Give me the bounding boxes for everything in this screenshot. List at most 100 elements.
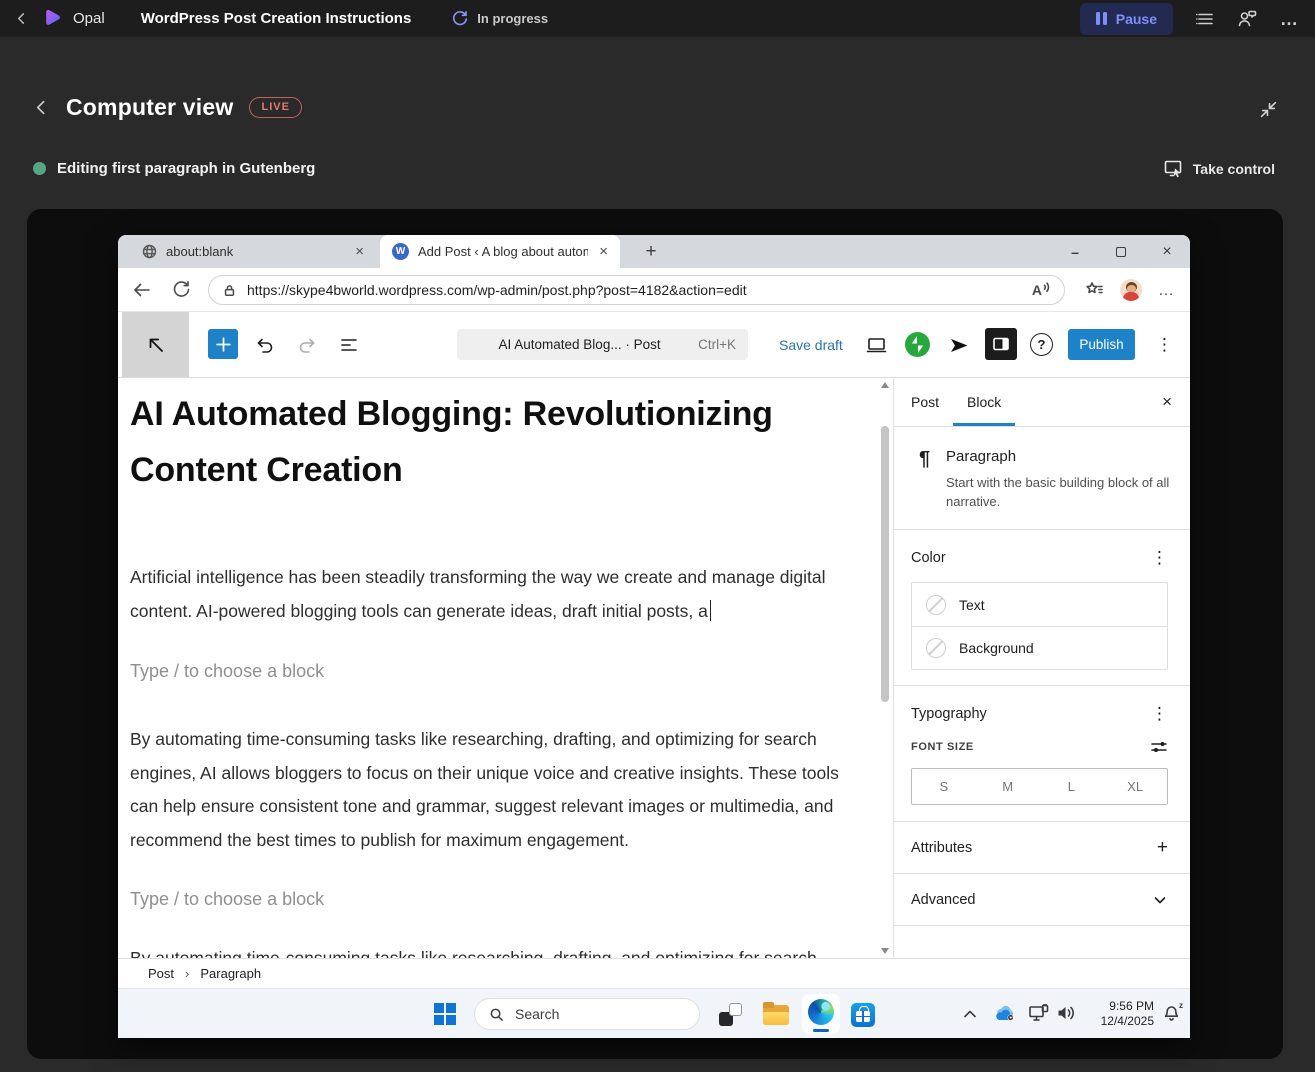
font-size-settings-icon[interactable]	[1150, 739, 1168, 755]
font-size-label: FONT SIZE	[911, 741, 974, 753]
command-palette[interactable]: AI Automated Blog... · Post Ctrl+K	[457, 329, 748, 360]
page-title: Computer view	[66, 94, 233, 121]
onedrive-cloud-icon[interactable]	[992, 1004, 1018, 1023]
font-size-m[interactable]: M	[976, 769, 1040, 804]
taskbar-search[interactable]: Search	[474, 998, 700, 1030]
edge-browser-icon[interactable]	[802, 994, 840, 1034]
remote-screen-stage: about:blank × W Add Post ‹ A blog about …	[27, 209, 1283, 1059]
background-color-row[interactable]: Background	[912, 626, 1167, 669]
font-size-s[interactable]: S	[912, 769, 976, 804]
background-color-label: Background	[959, 640, 1034, 656]
paragraph-icon: ¶	[919, 448, 932, 509]
paragraph-block-1[interactable]: Artificial intelligence has been steadil…	[130, 561, 870, 628]
redo-icon[interactable]	[296, 334, 318, 356]
tab-about-blank[interactable]: about:blank ×	[130, 235, 376, 268]
pause-button[interactable]: Pause	[1080, 3, 1173, 35]
status-dot	[33, 162, 46, 175]
typography-options-icon[interactable]: ⋮	[1151, 705, 1168, 722]
breadcrumb-post[interactable]: Post	[148, 966, 174, 981]
partially-visible-paragraph[interactable]: By automating time-consuming tasks like …	[130, 948, 872, 958]
profile-avatar[interactable]	[1120, 279, 1142, 301]
publish-button[interactable]: Publish	[1068, 329, 1135, 360]
scrollbar-thumb[interactable]	[881, 426, 889, 702]
block-card-text: Paragraph Start with the basic building …	[946, 448, 1174, 509]
settings-sidebar: Post Block × ¶ Paragraph Start with the …	[893, 378, 1190, 958]
jetpack-icon[interactable]	[905, 332, 930, 357]
window-maximize-icon[interactable]	[1098, 235, 1144, 268]
read-aloud-icon[interactable]: A	[1032, 282, 1051, 298]
color-options-icon[interactable]: ⋮	[1151, 549, 1168, 566]
new-tab-icon[interactable]: +	[640, 241, 662, 263]
font-size-xl[interactable]: XL	[1103, 769, 1167, 804]
empty-block-placeholder-2[interactable]: Type / to choose a block	[130, 889, 324, 910]
window-close-icon[interactable]: ×	[1144, 235, 1190, 268]
browser-menu-icon[interactable]: …	[1158, 282, 1174, 300]
take-control-button[interactable]: Take control	[1163, 158, 1275, 179]
tab-close-icon[interactable]: ×	[353, 244, 366, 259]
agent-chat-icon[interactable]	[1237, 8, 1258, 29]
back-icon[interactable]	[14, 11, 29, 26]
start-button-icon[interactable]	[434, 1003, 456, 1025]
scroll-up-icon[interactable]	[881, 382, 889, 388]
editor-scrollbar[interactable]	[879, 382, 891, 954]
post-title-field[interactable]: AI Automated Blogging: Revolutionizing C…	[130, 386, 875, 498]
collapse-view-icon[interactable]	[1258, 99, 1279, 120]
advanced-panel[interactable]: Advanced	[894, 874, 1190, 926]
font-size-l[interactable]: L	[1040, 769, 1104, 804]
tray-chevron-up-icon[interactable]	[963, 1009, 977, 1019]
lock-icon	[222, 283, 237, 298]
breadcrumb-paragraph[interactable]: Paragraph	[200, 966, 261, 981]
block-card: ¶ Paragraph Start with the basic buildin…	[894, 427, 1190, 530]
task-list-icon[interactable]	[1195, 9, 1215, 29]
back-to-dashboard-button[interactable]	[122, 312, 189, 377]
chevron-right-icon: ›	[185, 966, 189, 981]
empty-block-placeholder-1[interactable]: Type / to choose a block	[130, 661, 324, 682]
app-name: Opal	[73, 10, 105, 27]
wordpress-favicon: W	[392, 243, 409, 260]
edge-active-indicator	[813, 1029, 829, 1032]
tab-block[interactable]: Block	[953, 378, 1015, 426]
nav-back-icon[interactable]	[132, 280, 152, 300]
window-minimize-icon[interactable]: –	[1052, 235, 1098, 268]
block-inserter-button[interactable]	[208, 329, 238, 359]
notification-bell-icon[interactable]: z	[1162, 1004, 1181, 1023]
agent-status-text: Editing first paragraph in Gutenberg	[57, 160, 315, 177]
tab-add-post[interactable]: W Add Post ‹ A blog about automat ×	[380, 235, 620, 268]
more-menu-icon[interactable]: …	[1280, 14, 1299, 24]
color-panel: Color ⋮ Text Background	[894, 530, 1190, 686]
address-bar[interactable]: https://skype4bworld.wordpress.com/wp-ad…	[208, 275, 1065, 305]
view-header: Computer view LIVE	[33, 94, 302, 121]
text-color-label: Text	[959, 597, 985, 613]
status-badge-label: In progress	[477, 11, 548, 26]
task-view-icon[interactable]	[719, 1003, 742, 1026]
volume-icon[interactable]	[1056, 1004, 1076, 1022]
taskbar-clock[interactable]: 9:56 PM 12/4/2025	[1078, 999, 1154, 1029]
globe-icon	[142, 244, 157, 259]
microsoft-store-icon[interactable]	[851, 1003, 875, 1027]
paragraph-block-2[interactable]: By automating time-consuming tasks like …	[130, 723, 870, 857]
preview-icon[interactable]	[865, 334, 888, 357]
save-draft-button[interactable]: Save draft	[779, 312, 843, 377]
nav-refresh-icon[interactable]	[172, 280, 191, 299]
help-icon[interactable]: ?	[1030, 333, 1053, 356]
send-icon[interactable]	[947, 334, 970, 357]
close-sidebar-icon[interactable]: ×	[1162, 392, 1172, 412]
editor-options-icon[interactable]: ⋮	[1156, 336, 1173, 353]
opal-logo-icon	[39, 7, 63, 31]
add-attributes-icon[interactable]: +	[1157, 837, 1168, 859]
text-color-row[interactable]: Text	[912, 583, 1167, 626]
favorites-star-icon[interactable]	[1084, 280, 1104, 300]
color-panel-title: Color	[911, 550, 946, 566]
view-back-icon[interactable]	[33, 99, 50, 116]
agent-status-row: Editing first paragraph in Gutenberg Tak…	[33, 158, 1275, 179]
attributes-panel[interactable]: Attributes +	[894, 822, 1190, 874]
undo-icon[interactable]	[254, 334, 276, 356]
scroll-down-icon[interactable]	[881, 948, 889, 954]
tab-close-icon[interactable]: ×	[597, 244, 610, 259]
file-explorer-icon[interactable]	[763, 1005, 789, 1025]
network-icon[interactable]	[1028, 1004, 1049, 1023]
pause-label: Pause	[1116, 11, 1157, 27]
document-overview-icon[interactable]	[338, 334, 360, 356]
tab-post[interactable]: Post	[897, 378, 953, 426]
settings-sidebar-toggle[interactable]	[985, 328, 1017, 360]
